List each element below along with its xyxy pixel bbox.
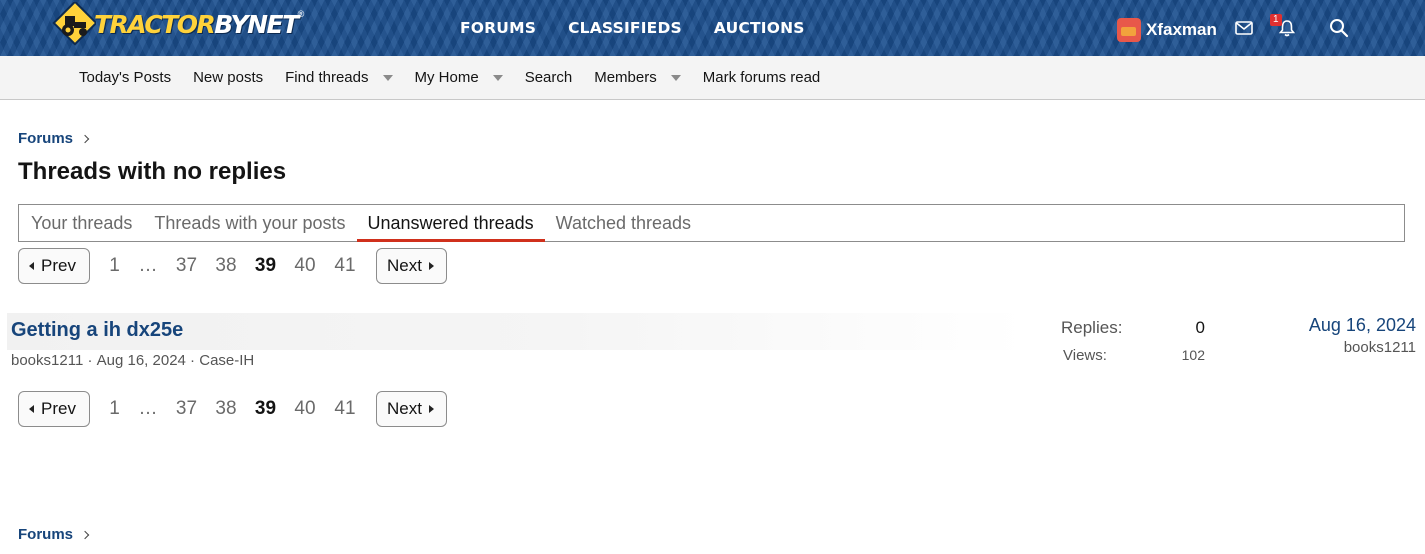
chevron-left-icon bbox=[29, 405, 34, 413]
tab-threads-with-your-posts[interactable]: Threads with your posts bbox=[143, 205, 356, 241]
chevron-left-icon bbox=[29, 262, 34, 270]
subnav-members[interactable]: Members bbox=[583, 69, 692, 86]
nav-auctions[interactable]: AUCTIONS bbox=[698, 0, 821, 56]
subnav-mark-forums-read[interactable]: Mark forums read bbox=[692, 69, 832, 86]
username: Xfaxman bbox=[1146, 20, 1217, 39]
nav-forums[interactable]: FORUMS bbox=[444, 0, 552, 56]
sub-nav: Today's Posts New posts Find threads My … bbox=[0, 56, 1425, 100]
nav-classifieds[interactable]: CLASSIFIEDS bbox=[552, 0, 698, 56]
page-link[interactable]: 40 bbox=[288, 398, 322, 420]
page-ellipsis[interactable]: … bbox=[132, 398, 164, 420]
breadcrumb-forums-link[interactable]: Forums bbox=[18, 526, 73, 543]
tab-bar: Your threads Threads with your posts Una… bbox=[18, 204, 1405, 242]
page-link[interactable]: 38 bbox=[209, 398, 243, 420]
tractor-logo-icon bbox=[52, 0, 98, 46]
thread-meta: books1211 · Aug 16, 2024 · Case-IH bbox=[11, 352, 255, 369]
subnav-search[interactable]: Search bbox=[514, 69, 584, 86]
chevron-right-icon bbox=[80, 134, 90, 143]
last-poster-link[interactable]: books1211 bbox=[1344, 339, 1416, 356]
alerts-badge: 1 bbox=[1270, 14, 1282, 26]
views-count: 102 bbox=[1181, 347, 1205, 363]
replies-count: 0 bbox=[1195, 318, 1205, 337]
tab-your-threads[interactable]: Your threads bbox=[20, 205, 143, 241]
page-link[interactable]: 41 bbox=[322, 398, 368, 420]
pagination-top: Prev 1 … 37 38 39 40 41 Next bbox=[18, 248, 447, 284]
page-link[interactable]: 1 bbox=[97, 255, 132, 277]
main-nav: FORUMS CLASSIFIEDS AUCTIONS bbox=[444, 0, 821, 56]
chevron-down-icon[interactable] bbox=[492, 74, 503, 81]
chevron-down-icon[interactable] bbox=[670, 74, 681, 81]
views-label: Views: bbox=[1063, 347, 1107, 364]
last-post-date-link[interactable]: Aug 16, 2024 bbox=[1309, 315, 1416, 336]
chevron-right-icon bbox=[80, 530, 90, 539]
breadcrumb: Forums bbox=[18, 130, 90, 147]
user-menu[interactable]: Xfaxman bbox=[1117, 18, 1217, 42]
thread-forum-link[interactable]: Case-IH bbox=[199, 352, 254, 369]
page-current[interactable]: 39 bbox=[243, 255, 288, 277]
prev-button[interactable]: Prev bbox=[18, 248, 90, 284]
page-link[interactable]: 1 bbox=[97, 398, 132, 420]
breadcrumb-bottom: Forums bbox=[18, 526, 90, 543]
page-current[interactable]: 39 bbox=[243, 398, 288, 420]
subnav-new-posts[interactable]: New posts bbox=[182, 69, 274, 86]
inbox-icon[interactable] bbox=[1233, 17, 1255, 39]
chevron-down-icon[interactable] bbox=[382, 74, 393, 81]
next-button[interactable]: Next bbox=[376, 391, 447, 427]
site-header: TRACTORBYNET ® FORUMS CLASSIFIEDS AUCTION… bbox=[0, 0, 1425, 56]
thread-date-link[interactable]: Aug 16, 2024 bbox=[97, 352, 186, 369]
page-ellipsis[interactable]: … bbox=[132, 255, 164, 277]
avatar bbox=[1117, 18, 1141, 42]
search-icon[interactable] bbox=[1328, 17, 1350, 39]
page-link[interactable]: 40 bbox=[288, 255, 322, 277]
subnav-my-home[interactable]: My Home bbox=[404, 69, 514, 86]
subnav-todays-posts[interactable]: Today's Posts bbox=[68, 69, 182, 86]
pagination-bottom: Prev 1 … 37 38 39 40 41 Next bbox=[18, 391, 447, 427]
site-logo[interactable]: TRACTORBYNET ® bbox=[52, 0, 304, 48]
prev-button[interactable]: Prev bbox=[18, 391, 90, 427]
chevron-right-icon bbox=[428, 262, 434, 270]
thread-title-link[interactable]: Getting a ih dx25e bbox=[11, 319, 183, 342]
chevron-right-icon bbox=[428, 405, 434, 413]
page-link[interactable]: 41 bbox=[322, 255, 368, 277]
tab-watched-threads[interactable]: Watched threads bbox=[545, 205, 702, 241]
next-button[interactable]: Next bbox=[376, 248, 447, 284]
page-link[interactable]: 37 bbox=[164, 398, 209, 420]
replies-label: Replies: bbox=[1061, 318, 1123, 337]
subnav-find-threads[interactable]: Find threads bbox=[274, 69, 403, 86]
breadcrumb-forums-link[interactable]: Forums bbox=[18, 130, 73, 147]
page-title: Threads with no replies bbox=[18, 158, 287, 185]
thread-author-link[interactable]: books1211 bbox=[11, 352, 83, 369]
tab-unanswered-threads[interactable]: Unanswered threads bbox=[356, 205, 545, 242]
page-link[interactable]: 37 bbox=[164, 255, 209, 277]
page-link[interactable]: 38 bbox=[209, 255, 243, 277]
logo-wordmark: TRACTORBYNET bbox=[94, 9, 299, 39]
